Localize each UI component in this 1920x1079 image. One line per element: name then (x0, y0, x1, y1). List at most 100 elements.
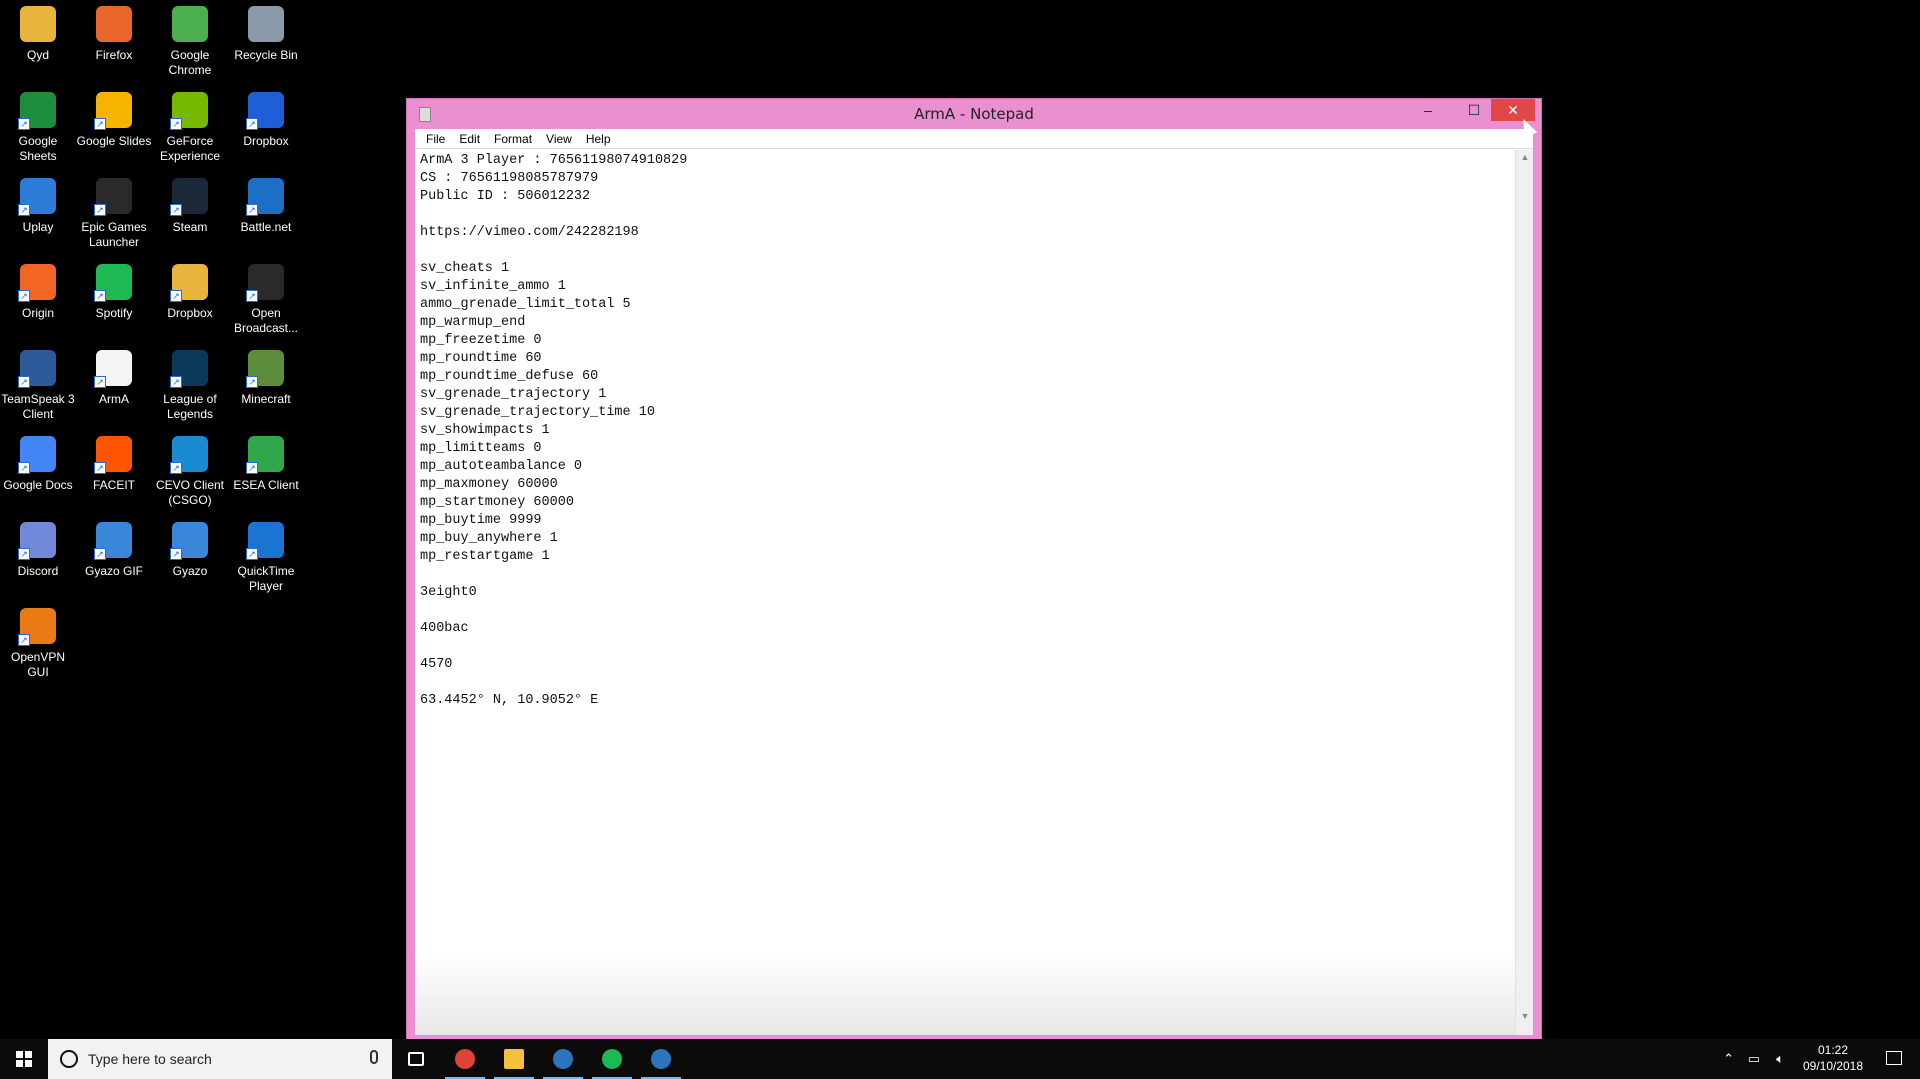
text-editor[interactable]: ArmA 3 Player : 76561198074910829 CS : 76… (415, 150, 1515, 1035)
desktop-icon-label: ArmA (99, 392, 129, 406)
text-line: mp_buy_anywhere 1 (420, 531, 558, 546)
desktop-icon-gyazo[interactable]: ↗ Gyazo (152, 518, 228, 579)
recycle-bin-icon (248, 6, 284, 42)
desktop-icon-google-sheets[interactable]: ↗ Google Sheets (0, 88, 76, 164)
desktop-icon-label: Minecraft (241, 392, 291, 406)
firefox-icon (96, 6, 132, 42)
uplay-icon: ↗ (18, 178, 56, 216)
desktop-icon-uplay[interactable]: ↗ Uplay (0, 174, 76, 235)
desktop-icon-openvpn-gui[interactable]: ↗ OpenVPN GUI (0, 604, 76, 680)
desktop-icon-arma[interactable]: ↗ ArmA (76, 346, 152, 407)
menu-format[interactable]: Format (487, 129, 539, 146)
shortcut-arrow-icon: ↗ (246, 548, 258, 560)
spotify-icon: ↗ (94, 264, 132, 302)
taskbar-spotify[interactable] (588, 1039, 636, 1079)
desktop-icon-faceit[interactable]: ↗ FACEIT (76, 432, 152, 493)
taskbar-task-view[interactable] (392, 1039, 440, 1079)
taskbar-search[interactable]: Type here to search (48, 1039, 392, 1079)
desktop-icon-spotify[interactable]: ↗ Spotify (76, 260, 152, 321)
desktop-icon-geforce-experience[interactable]: ↗ GeForce Experience (152, 88, 228, 164)
desktop-icon-esea-client[interactable]: ↗ ESEA Client (228, 432, 304, 493)
text-line: 63.4452° N, 10.9052° E (420, 693, 599, 708)
origin-icon: ↗ (18, 264, 56, 302)
desktop-icon-battle-net[interactable]: ↗ Battle.net (228, 174, 304, 235)
desktop-icon-recycle-bin[interactable]: Recycle Bin (228, 2, 304, 63)
desktop-icon-minecraft[interactable]: ↗ Minecraft (228, 346, 304, 407)
desktop-icon-league-of-legends[interactable]: ↗ League of Legends (152, 346, 228, 422)
gyazo-gif-icon: ↗ (94, 522, 132, 560)
quicktime-player-icon: ↗ (246, 522, 284, 560)
title-bar[interactable]: ArmA - Notepad – ☐ ✕ (407, 99, 1541, 129)
menu-help[interactable]: Help (579, 129, 618, 146)
desktop-icon-label: Discord (17, 564, 59, 578)
desktop-icon-discord[interactable]: ↗ Discord (0, 518, 76, 579)
clock[interactable]: 01:22 09/10/2018 (1798, 1042, 1868, 1074)
desktop-icon-google-docs[interactable]: ↗ Google Docs (0, 432, 76, 493)
desktop-icon-origin[interactable]: ↗ Origin (0, 260, 76, 321)
start-button[interactable] (0, 1039, 48, 1079)
taskbar: Type here to search ⌃ ▭ 🔈︎ 01:22 09/10/2… (0, 1039, 1920, 1079)
league-of-legends-icon: ↗ (170, 350, 208, 388)
window-title: ArmA - Notepad (914, 105, 1034, 123)
desktop-icon-steam[interactable]: ↗ Steam (152, 174, 228, 235)
geforce-experience-icon: ↗ (170, 92, 208, 130)
desktop-icon-label: League of Legends (163, 392, 217, 421)
desktop-icon-gyazo-gif[interactable]: ↗ Gyazo GIF (76, 518, 152, 579)
discord-icon: ↗ (18, 522, 56, 560)
desktop-icon-firefox[interactable]: Firefox (76, 2, 152, 63)
taskbar-chrome[interactable] (441, 1039, 489, 1079)
menu-edit[interactable]: Edit (452, 129, 487, 146)
google-slides-icon: ↗ (94, 92, 132, 130)
scroll-down-icon[interactable]: ▼ (1516, 1011, 1534, 1021)
desktop-icon-dropbox[interactable]: ↗ Dropbox (152, 260, 228, 321)
desktop-icon-label: Recycle Bin (234, 48, 298, 62)
shortcut-arrow-icon: ↗ (170, 548, 182, 560)
action-center-icon[interactable] (1886, 1051, 1902, 1065)
shortcut-arrow-icon: ↗ (18, 204, 30, 216)
google-docs-icon: ↗ (18, 436, 56, 474)
dropbox-icon: ↗ (246, 92, 284, 130)
desktop-icon-cevo-client-csgo[interactable]: ↗ CEVO Client (CSGO) (152, 432, 228, 508)
vertical-scrollbar[interactable]: ▲ ▼ (1515, 150, 1533, 1035)
desktop-icon-google-slides[interactable]: ↗ Google Slides (76, 88, 152, 149)
desktop-icon-epic-games-launcher[interactable]: ↗ Epic Games Launcher (76, 174, 152, 250)
network-icon[interactable]: ▭ (1748, 1051, 1760, 1067)
desktop-icon-open-broadcast[interactable]: ↗ Open Broadcast... (228, 260, 304, 336)
taskbar-steam[interactable] (539, 1039, 587, 1079)
desktop-icon-label: Google Sheets (18, 134, 58, 163)
taskbar-file-explorer[interactable] (490, 1039, 538, 1079)
teamspeak-3-client-icon: ↗ (18, 350, 56, 388)
taskbar-steam[interactable] (637, 1039, 685, 1079)
shortcut-arrow-icon: ↗ (246, 462, 258, 474)
microphone-icon[interactable] (370, 1050, 378, 1064)
text-line: mp_restartgame 1 (420, 549, 550, 564)
desktop-icon-label: Qyd (26, 48, 49, 62)
steam-icon (651, 1049, 671, 1069)
shortcut-arrow-icon: ↗ (18, 376, 30, 388)
minimize-button[interactable]: – (1405, 99, 1451, 121)
epic-games-launcher-icon: ↗ (94, 178, 132, 216)
text-line: mp_startmoney 60000 (420, 495, 574, 510)
desktop-icon-teamspeak-3-client[interactable]: ↗ TeamSpeak 3 Client (0, 346, 76, 422)
menu-view[interactable]: View (539, 129, 579, 146)
chevron-up-icon[interactable]: ⌃ (1723, 1051, 1734, 1067)
notepad-window[interactable]: ArmA - Notepad – ☐ ✕ File Edit Format View H… (406, 98, 1542, 1040)
openvpn-gui-icon: ↗ (18, 608, 56, 646)
text-line: CS : 76561198085787979 (420, 171, 599, 186)
shortcut-arrow-icon: ↗ (94, 462, 106, 474)
desktop-icon-qyd[interactable]: Qyd (0, 2, 76, 63)
text-line: Public ID : 506012232 (420, 189, 591, 204)
desktop-icon-quicktime-player[interactable]: ↗ QuickTime Player (228, 518, 304, 594)
shortcut-arrow-icon: ↗ (94, 548, 106, 560)
desktop-icon-google-chrome[interactable]: Google Chrome (152, 2, 228, 78)
text-line: 4570 (420, 657, 453, 672)
menu-file[interactable]: File (419, 129, 452, 146)
scroll-up-icon[interactable]: ▲ (1516, 152, 1534, 162)
shortcut-arrow-icon: ↗ (94, 290, 106, 302)
volume-icon[interactable]: 🔈︎ (1776, 1051, 1784, 1067)
cortana-icon (60, 1050, 78, 1068)
search-placeholder: Type here to search (88, 1051, 212, 1067)
desktop-icon-dropbox[interactable]: ↗ Dropbox (228, 88, 304, 149)
steam-icon: ↗ (170, 178, 208, 216)
text-line: mp_autoteambalance 0 (420, 459, 583, 474)
